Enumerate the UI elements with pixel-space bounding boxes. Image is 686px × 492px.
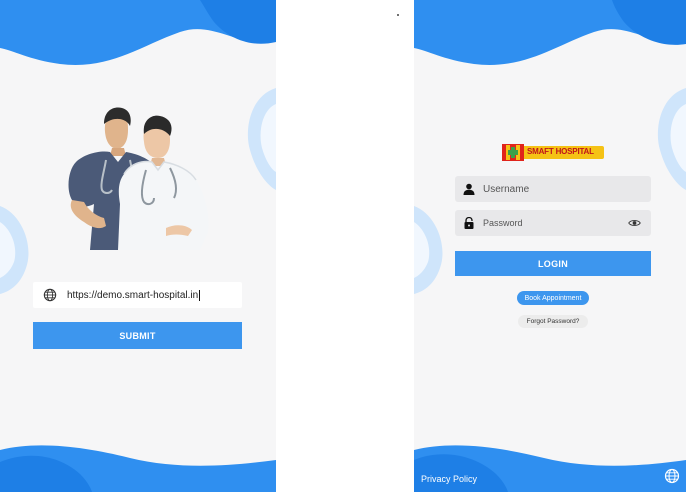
- brand-name: SMAFT HOSPITAL: [527, 147, 594, 156]
- login-screen: SMAFT HOSPITAL Username Password LOGIN B…: [414, 0, 686, 492]
- eye-icon[interactable]: [628, 217, 641, 229]
- privacy-policy-link[interactable]: Privacy Policy: [421, 474, 477, 484]
- url-screen: https://demo.smart-hospital.in SUBMIT: [0, 0, 276, 492]
- username-placeholder: Username: [483, 183, 530, 195]
- doctors-illustration: [68, 107, 209, 250]
- book-appointment-button[interactable]: Book Appointment: [517, 291, 589, 305]
- submit-button[interactable]: SUBMIT: [33, 322, 242, 349]
- globe-icon: [43, 288, 57, 302]
- login-button[interactable]: LOGIN: [455, 251, 651, 276]
- globe-icon[interactable]: [664, 468, 680, 484]
- user-icon: [463, 183, 475, 195]
- stray-dot: [397, 14, 399, 16]
- password-input[interactable]: Password: [455, 210, 651, 236]
- url-value: https://demo.smart-hospital.in: [67, 289, 199, 301]
- username-input[interactable]: Username: [455, 176, 651, 202]
- url-input[interactable]: https://demo.smart-hospital.in: [33, 282, 242, 308]
- lock-icon: [464, 217, 474, 229]
- forgot-password-button[interactable]: Forgot Password?: [518, 315, 588, 328]
- password-placeholder: Password: [483, 218, 523, 228]
- text-caret: [199, 289, 201, 301]
- brand-logo: SMAFT HOSPITAL: [502, 144, 604, 161]
- background-waves: [414, 0, 686, 492]
